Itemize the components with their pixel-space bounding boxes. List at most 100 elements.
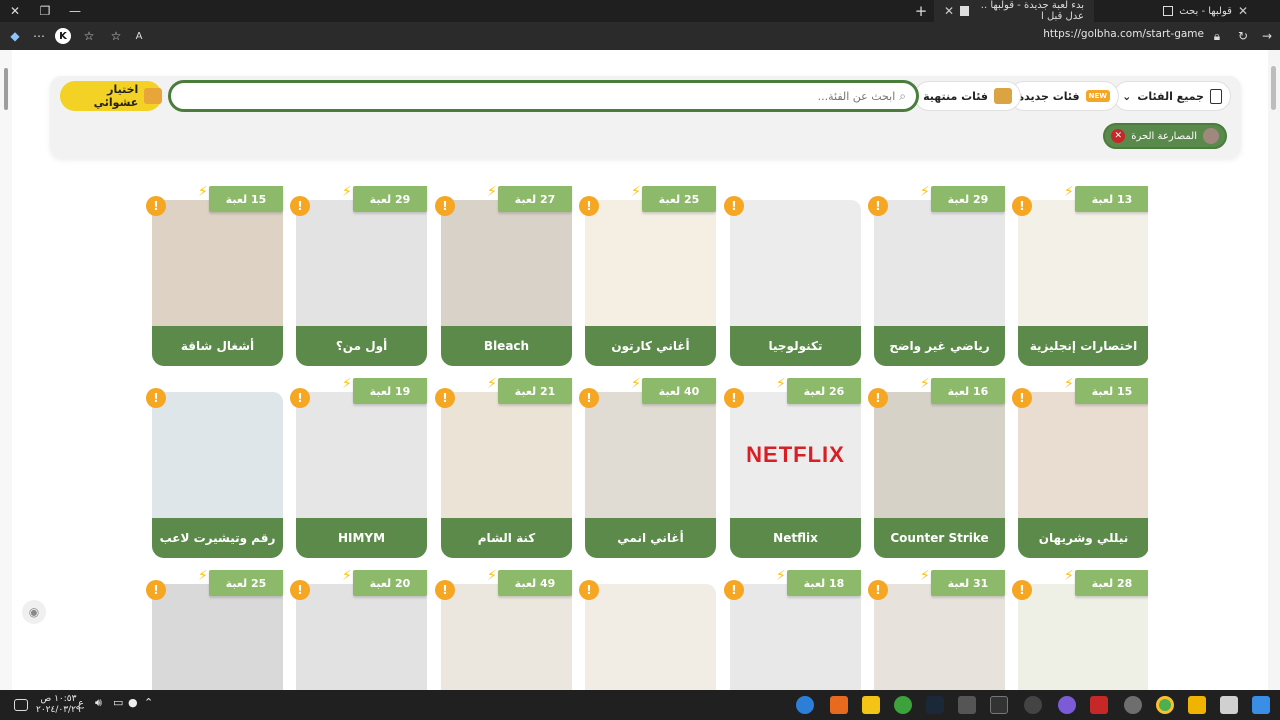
category-card[interactable]: 28 لعبة ⚡︎!: [1012, 568, 1148, 690]
info-icon[interactable]: !: [868, 196, 888, 216]
remove-tag-icon[interactable]: ✕: [1111, 129, 1126, 143]
microphone-icon[interactable]: ●: [128, 696, 138, 709]
read-aloud-icon[interactable]: A: [130, 27, 148, 45]
restore-window-icon[interactable]: ❐: [30, 0, 60, 22]
info-icon[interactable]: !: [868, 388, 888, 408]
info-icon[interactable]: !: [1012, 580, 1032, 600]
app-purple-taskbar-icon[interactable]: [1058, 696, 1076, 714]
search-input[interactable]: [181, 89, 896, 103]
category-card[interactable]: 25 لعبة ⚡︎!: [146, 568, 283, 690]
category-card[interactable]: كنة الشام 21 لعبة ⚡︎!: [435, 376, 572, 558]
category-card[interactable]: HIMYM 19 لعبة ⚡︎!: [290, 376, 427, 558]
info-icon[interactable]: !: [724, 196, 744, 216]
info-icon[interactable]: !: [579, 196, 599, 216]
category-card[interactable]: أغاني كارتون 25 لعبة ⚡︎!: [579, 184, 716, 366]
lightning-icon: ⚡︎: [920, 568, 930, 584]
info-icon[interactable]: !: [435, 388, 455, 408]
category-card[interactable]: Bleach 27 لعبة ⚡︎!: [435, 184, 572, 366]
info-icon[interactable]: !: [1012, 196, 1032, 216]
category-card[interactable]: أشغال شاقة 15 لعبة ⚡︎!: [146, 184, 283, 366]
game-count-badge: 15 لعبة: [209, 186, 283, 212]
language-indicator[interactable]: ع: [78, 698, 84, 709]
close-tab-icon[interactable]: ✕: [944, 4, 954, 18]
search-bar[interactable]: ⌕: [168, 80, 919, 112]
chrome-taskbar-icon[interactable]: [1156, 696, 1174, 714]
category-card[interactable]: رياضي غير واضح 29 لعبة ⚡︎!: [868, 184, 1005, 366]
url-text[interactable]: https://golbha.com/start-game: [1043, 28, 1204, 40]
forward-icon[interactable]: →: [1258, 27, 1276, 45]
all-categories-dropdown[interactable]: جميع الفئات ⌄: [1113, 81, 1231, 111]
category-card[interactable]: Counter Strike 16 لعبة ⚡︎!: [868, 376, 1005, 558]
media-player-taskbar-icon[interactable]: [1024, 696, 1042, 714]
clock[interactable]: ١٠:٥٣ ص ٢٠٢٤/٠٣/٢٩: [36, 694, 81, 716]
app-x-taskbar-icon[interactable]: [990, 696, 1008, 714]
app-grey-taskbar-icon[interactable]: [1124, 696, 1142, 714]
refresh-icon[interactable]: ↻: [1234, 27, 1252, 45]
info-icon[interactable]: !: [579, 580, 599, 600]
info-icon[interactable]: !: [435, 580, 455, 600]
category-card[interactable]: 49 لعبة ⚡︎!: [435, 568, 572, 690]
info-icon[interactable]: !: [868, 580, 888, 600]
add-favorite-icon[interactable]: ☆: [107, 27, 125, 45]
new-tab-button[interactable]: +: [912, 2, 930, 20]
lock-icon[interactable]: 🔒︎: [1208, 27, 1226, 45]
info-icon[interactable]: !: [290, 580, 310, 600]
category-card[interactable]: رقم وتيشيرت لاعب!: [146, 376, 283, 558]
notifications-icon[interactable]: [14, 699, 28, 711]
info-icon[interactable]: !: [435, 196, 455, 216]
info-icon[interactable]: !: [724, 388, 744, 408]
volume-icon[interactable]: 🔊︎: [95, 696, 102, 710]
close-window-icon[interactable]: ✕: [0, 0, 30, 22]
info-icon[interactable]: !: [146, 196, 166, 216]
file-explorer-taskbar-icon[interactable]: [1188, 696, 1206, 714]
minimize-window-icon[interactable]: —: [60, 0, 90, 22]
app-a-taskbar-icon[interactable]: [830, 696, 848, 714]
xbox-taskbar-icon[interactable]: [894, 696, 912, 714]
page-scrollbar[interactable]: [1268, 50, 1280, 690]
extension-k-icon[interactable]: K: [55, 28, 71, 44]
new-categories-button[interactable]: NEW فئات جديدة: [1008, 81, 1119, 111]
category-card[interactable]: 18 لعبة ⚡︎!: [724, 568, 861, 690]
info-icon[interactable]: !: [290, 388, 310, 408]
category-title: رقم وتيشيرت لاعب: [152, 518, 283, 558]
scrollbar-thumb[interactable]: [1271, 66, 1276, 110]
info-icon[interactable]: !: [1012, 388, 1032, 408]
tab-search[interactable]: ✕ قولبها - بحث: [1098, 0, 1258, 22]
more-options-icon[interactable]: ⋯: [30, 27, 48, 45]
copilot-icon[interactable]: ◆: [6, 27, 24, 45]
category-card[interactable]: !: [579, 568, 716, 690]
left-scroll-thumb[interactable]: [4, 68, 8, 110]
category-card[interactable]: اختصارات إنجليزية 13 لعبة ⚡︎!: [1012, 184, 1148, 366]
selected-category-tag[interactable]: المصارعة الحرة ✕: [1103, 123, 1227, 149]
app-r-taskbar-icon[interactable]: [862, 696, 880, 714]
lightning-icon: ⚡︎: [342, 568, 352, 584]
store-taskbar-icon[interactable]: [1220, 696, 1238, 714]
tab-start-game[interactable]: بدء لعبة جديدة - قولبها .. عدل قبل ا ✕: [934, 0, 1094, 22]
info-icon[interactable]: !: [146, 388, 166, 408]
info-icon[interactable]: !: [146, 580, 166, 600]
steam-taskbar-icon[interactable]: [926, 696, 944, 714]
app-dark-taskbar-icon[interactable]: [958, 696, 976, 714]
finished-categories-button[interactable]: فئات منتهية: [914, 81, 1021, 111]
info-icon[interactable]: !: [579, 388, 599, 408]
category-card[interactable]: أول من؟ 29 لعبة ⚡︎!: [290, 184, 427, 366]
info-icon[interactable]: !: [290, 196, 310, 216]
category-card[interactable]: NETFLIX Netflix 26 لعبة ⚡︎!: [724, 376, 861, 558]
category-title: Counter Strike: [874, 518, 1005, 558]
info-icon[interactable]: !: [724, 580, 744, 600]
category-card[interactable]: أغاني انمي 40 لعبة ⚡︎!: [579, 376, 716, 558]
start-button-icon[interactable]: [1252, 696, 1270, 714]
network-icon[interactable]: ▭: [113, 696, 123, 709]
category-card[interactable]: نيللي وشريهان 15 لعبة ⚡︎!: [1012, 376, 1148, 558]
random-choice-button[interactable]: اختيار عشوائي: [60, 81, 162, 111]
favorites-icon[interactable]: ☆: [80, 27, 98, 45]
category-card[interactable]: 20 لعبة ⚡︎!: [290, 568, 427, 690]
app-red-taskbar-icon[interactable]: [1090, 696, 1108, 714]
category-card[interactable]: تكنولوجيا!: [724, 184, 861, 366]
edge-taskbar-icon[interactable]: [796, 696, 814, 714]
category-card[interactable]: 31 لعبة ⚡︎!: [868, 568, 1005, 690]
close-tab-icon[interactable]: ✕: [1238, 4, 1248, 18]
show-hidden-icons-icon[interactable]: ⌃: [144, 696, 153, 709]
visibility-toggle-icon[interactable]: ◉: [22, 600, 46, 624]
category-image: [152, 200, 283, 332]
